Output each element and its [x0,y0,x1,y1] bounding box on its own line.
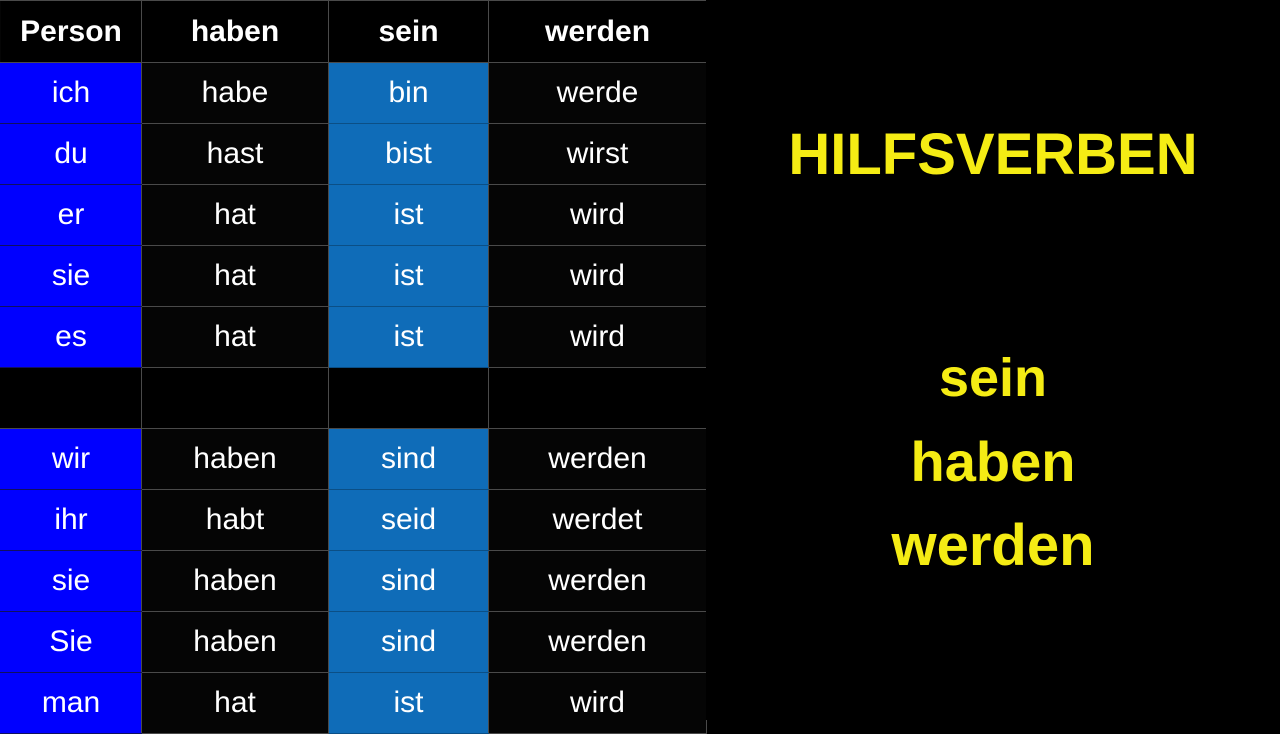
cell-haben: habt [141,489,329,551]
cell-haben [141,367,329,429]
hilfsverben-conjugation-table: Person haben sein werden ich habe bin we… [0,0,707,734]
caption-panel: HILFSVERBEN sein haben werden [706,0,1280,720]
list-item: werden [891,513,1095,578]
cell-werden: werden [488,428,707,490]
cell-haben: haben [141,428,329,490]
cell-sein: sind [328,550,489,612]
cell-sein: seid [328,489,489,551]
cell-werden: werde [488,62,707,124]
cell-haben: hat [141,184,329,246]
cell-werden: wird [488,184,707,246]
cell-person: du [0,123,142,185]
cell-person: er [0,184,142,246]
table-row: Sie haben sind werden [0,611,707,673]
cell-werden: werden [488,611,707,673]
cell-person: Sie [0,611,142,673]
cell-werden: wird [488,245,707,307]
column-header-haben: haben [141,0,329,63]
cell-sein: bin [328,62,489,124]
cell-sein: bist [328,123,489,185]
cell-person: ich [0,62,142,124]
cell-werden: werden [488,550,707,612]
cell-sein: sind [328,611,489,673]
column-header-sein: sein [328,0,489,63]
cell-haben: haben [141,611,329,673]
cell-sein: ist [328,184,489,246]
cell-sein: sind [328,428,489,490]
table-header-row: Person haben sein werden [0,0,707,63]
cell-sein: ist [328,306,489,368]
table-row: es hat ist wird [0,306,707,368]
table-row: du hast bist wirst [0,123,707,185]
auxiliary-verb-list: sein haben werden [706,336,1280,588]
cell-werden: wirst [488,123,707,185]
cell-haben: hast [141,123,329,185]
cell-haben: habe [141,62,329,124]
cell-werden [488,367,707,429]
cell-person [0,367,142,429]
table-row: ihr habt seid werdet [0,489,707,551]
conjugation-table-panel: Person haben sein werden ich habe bin we… [0,0,707,734]
cell-person: wir [0,428,142,490]
cell-person: sie [0,550,142,612]
cell-person: es [0,306,142,368]
cell-werden: wird [488,306,707,368]
column-header-person: Person [0,0,142,63]
cell-sein [328,367,489,429]
cell-person: sie [0,245,142,307]
cell-haben: hat [141,306,329,368]
table-row: man hat ist wird [0,672,707,734]
list-item: haben [910,430,1076,493]
table-row: er hat ist wird [0,184,707,246]
slide-root: Person haben sein werden ich habe bin we… [0,0,1280,734]
table-row: ich habe bin werde [0,62,707,124]
cell-haben: hat [141,245,329,307]
table-row: sie haben sind werden [0,550,707,612]
table-spacer-row [0,367,707,429]
cell-sein: ist [328,245,489,307]
cell-haben: hat [141,672,329,734]
cell-person: ihr [0,489,142,551]
table-row: sie hat ist wird [0,245,707,307]
list-item: sein [938,348,1048,408]
cell-werden: werdet [488,489,707,551]
table-row: wir haben sind werden [0,428,707,490]
cell-haben: haben [141,550,329,612]
page-title: HILFSVERBEN [788,122,1198,187]
cell-sein: ist [328,672,489,734]
column-header-werden: werden [488,0,707,63]
cell-werden: wird [488,672,707,734]
cell-person: man [0,672,142,734]
